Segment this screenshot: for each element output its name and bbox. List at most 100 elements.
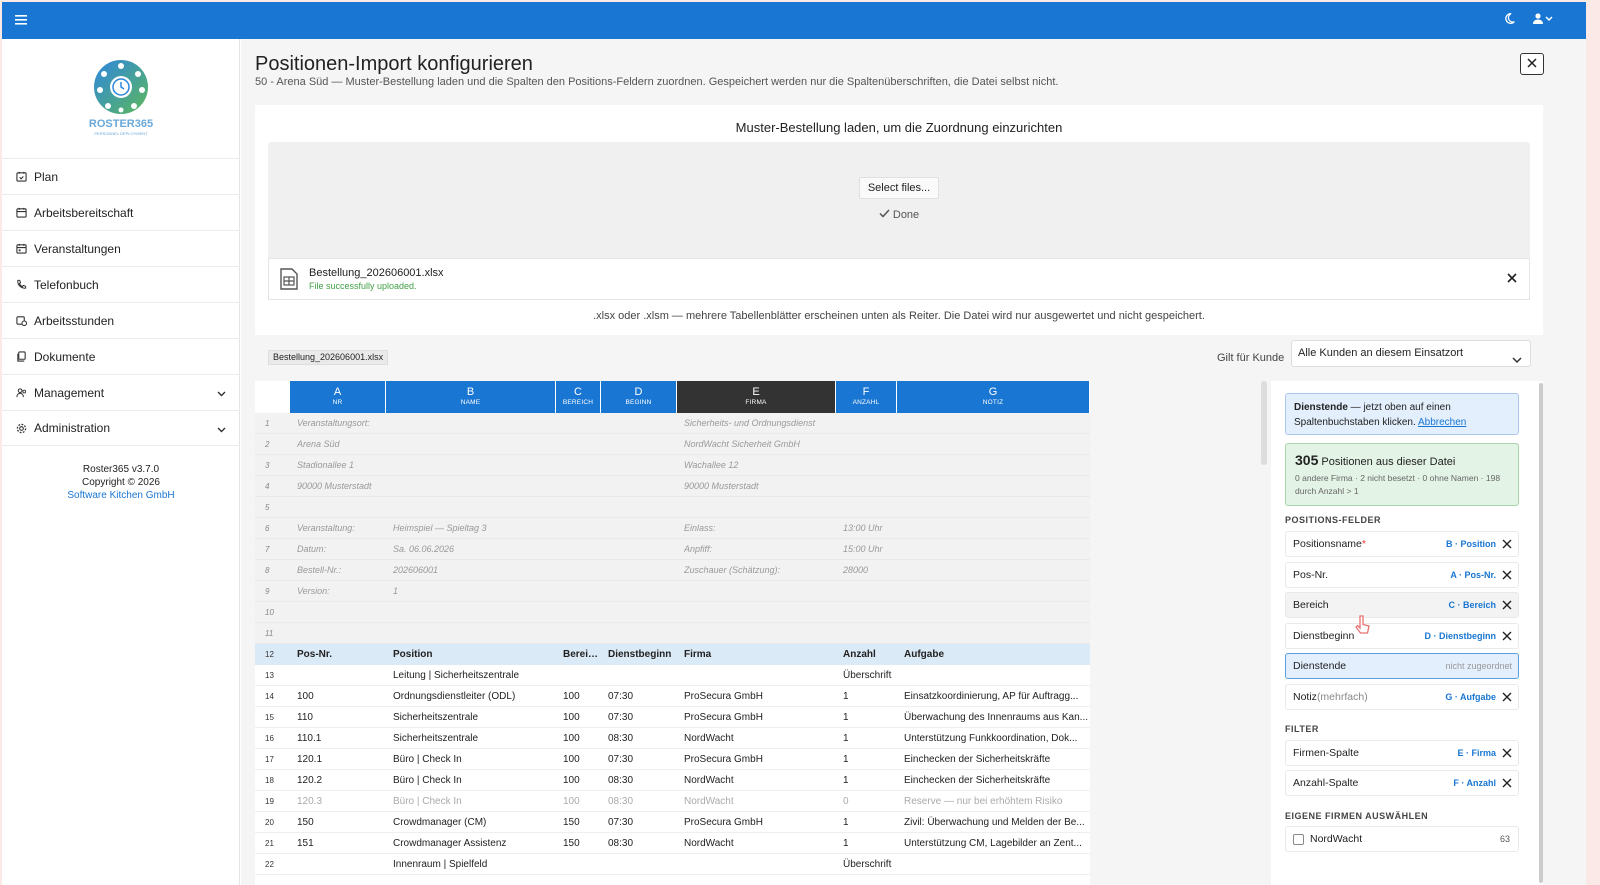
file-dropzone[interactable]: Select files... Done [268, 142, 1530, 259]
app-window: ROSTER365 PERSONNEL DEPLOYMENT Plan Arbe… [2, 2, 1586, 885]
table-cell [684, 581, 834, 602]
table-cell: 100 [563, 733, 580, 744]
field-label: Dienstende [1293, 660, 1346, 672]
grid-scrollbar[interactable] [1261, 381, 1267, 465]
user-icon[interactable] [1532, 11, 1554, 29]
field-label: Notiz(mehrfach) [1293, 691, 1368, 703]
sidebar-item-administration[interactable]: Administration [2, 410, 240, 446]
filter-label: Firmen-Spalte [1293, 747, 1359, 759]
table-cell: Einlass: [684, 523, 716, 533]
remove-file-icon[interactable] [1507, 272, 1517, 286]
sidebar-item-telefonbuch[interactable]: Telefonbuch [2, 266, 240, 302]
roster365-logo[interactable]: ROSTER365 PERSONNEL DEPLOYMENT [82, 57, 160, 141]
table-cell [843, 623, 895, 644]
clear-mapping-icon[interactable] [1502, 569, 1512, 583]
field-mapping-pos-nr-[interactable]: Pos-Nr. A · Pos-Nr. [1285, 562, 1519, 588]
firm-checkbox[interactable] [1293, 834, 1304, 845]
sidebar-item-veranstaltungen[interactable]: Veranstaltungen [2, 230, 240, 266]
table-cell: 151 [297, 838, 314, 849]
table-cell [393, 623, 554, 644]
row-number: 8 [265, 566, 270, 575]
table-cell: 100 [297, 691, 314, 702]
table-cell: 07:30 [608, 754, 634, 765]
filter-mapping-anzahl-spalte[interactable]: Anzahl-Spalte F · Anzahl [1285, 770, 1519, 796]
table-cell [684, 497, 834, 518]
table-cell: Innenraum | Spielfeld [393, 859, 488, 870]
sheet-tab[interactable]: Bestellung_202606001.xlsx [268, 350, 389, 365]
panel-scrollbar[interactable] [1539, 383, 1543, 883]
field-mapping-notiz[interactable]: Notiz(mehrfach) G · Aufgabe [1285, 684, 1519, 710]
moon-icon[interactable] [1503, 11, 1516, 29]
column-header-b[interactable]: B NAME [386, 381, 556, 413]
customer-select[interactable]: Alle Kunden an diesem Einsatzort [1291, 340, 1531, 367]
sidebar-item-dokumente[interactable]: Dokumente [2, 338, 240, 374]
sidebar-item-arbeitsstunden[interactable]: Arbeitsstunden [2, 302, 240, 338]
done-label: Done [892, 209, 920, 221]
row-number: 4 [265, 482, 270, 491]
table-cell [563, 476, 599, 497]
field-mapping-positionsname[interactable]: Positionsname* B · Position [1285, 531, 1519, 557]
table-row: 9 Version: 1 [255, 581, 1090, 602]
clear-mapping-icon[interactable] [1502, 538, 1512, 552]
field-mapping-bereich[interactable]: Bereich C · Bereich [1285, 592, 1519, 618]
hamburger-icon[interactable] [15, 11, 27, 29]
table-cell [297, 497, 384, 518]
field-label-text: Dienstbeginn [1293, 630, 1355, 642]
cancel-mapping-link[interactable]: Abbrechen [1418, 417, 1466, 428]
table-cell: ProSecura GmbH [684, 712, 763, 723]
table-cell: ProSecura GmbH [684, 817, 763, 828]
table-cell: Sicherheits- und Ordnungsdienst [684, 418, 816, 428]
table-cell [393, 497, 554, 518]
table-cell: NordWacht [684, 775, 734, 786]
table-cell: Arena Süd [297, 439, 340, 449]
field-mapped-column: B · Position [1446, 539, 1496, 549]
clear-mapping-icon[interactable] [1502, 747, 1512, 761]
table-cell [608, 581, 675, 602]
clear-mapping-icon[interactable] [1502, 691, 1512, 705]
sidebar-item-label: Dokumente [34, 349, 96, 364]
filter-mapping-firmen-spalte[interactable]: Firmen-Spalte E · Firma [1285, 740, 1519, 766]
positions-breakdown: 0 andere Firma · 2 nicht besetzt · 0 ohn… [1295, 473, 1501, 496]
mapping-area: Bestellung_202606001.xlsx Gilt für Kunde… [255, 335, 1543, 885]
company-link[interactable]: Software Kitchen GmbH [2, 489, 240, 502]
clear-mapping-icon[interactable] [1502, 599, 1512, 613]
row-number: 6 [265, 524, 270, 533]
table-cell [904, 665, 1088, 686]
firm-option[interactable]: NordWacht 63 [1285, 826, 1519, 852]
table-cell: 100 [563, 691, 580, 702]
clear-mapping-icon[interactable] [1502, 630, 1512, 644]
section-positions-fields: POSITIONS-FELDER [1285, 515, 1382, 525]
select-files-button[interactable]: Select files... [859, 177, 939, 199]
table-cell [297, 623, 384, 644]
sidebar-item-management[interactable]: Management [2, 374, 240, 410]
column-header-a[interactable]: A NR [290, 381, 386, 413]
column-header-d[interactable]: D BEGINN [601, 381, 677, 413]
column-header-g[interactable]: G NOTIZ [897, 381, 1090, 413]
column-name: BEGINN [625, 399, 652, 406]
gear-icon [14, 421, 28, 435]
table-cell [297, 602, 384, 623]
table-cell: 90000 Musterstadt [684, 481, 759, 491]
column-header-f[interactable]: F ANZAHL [836, 381, 897, 413]
sidebar-item-plan[interactable]: Plan [2, 158, 240, 194]
clear-mapping-icon[interactable] [1502, 777, 1512, 791]
column-header-c[interactable]: C BEREICH [556, 381, 601, 413]
table-cell [608, 602, 675, 623]
sidebar-item-arbeitsbereitschaft[interactable]: Arbeitsbereitschaft [2, 194, 240, 230]
close-icon [1527, 57, 1537, 71]
field-mapping-dienstende[interactable]: Dienstende nicht zugeordnet [1285, 653, 1519, 679]
row-number: 17 [265, 755, 274, 764]
row-number: 13 [265, 671, 274, 680]
app-version: Roster365 v3.7.0 [82, 464, 160, 475]
required-marker: * [1361, 538, 1366, 550]
table-cell: 110.1 [297, 733, 322, 744]
table-cell: 08:30 [608, 733, 634, 744]
sidebar-item-label: Management [34, 385, 105, 400]
column-header-e[interactable]: E FIRMA [677, 381, 836, 413]
table-cell [843, 413, 895, 434]
field-label: Dienstbeginn [1293, 630, 1354, 642]
close-button[interactable] [1520, 53, 1544, 75]
table-cell: 202606001 [393, 565, 439, 575]
field-mapping-dienstbeginn[interactable]: Dienstbeginn D · Dienstbeginn [1285, 623, 1519, 649]
calendar-edit-icon [14, 206, 28, 220]
